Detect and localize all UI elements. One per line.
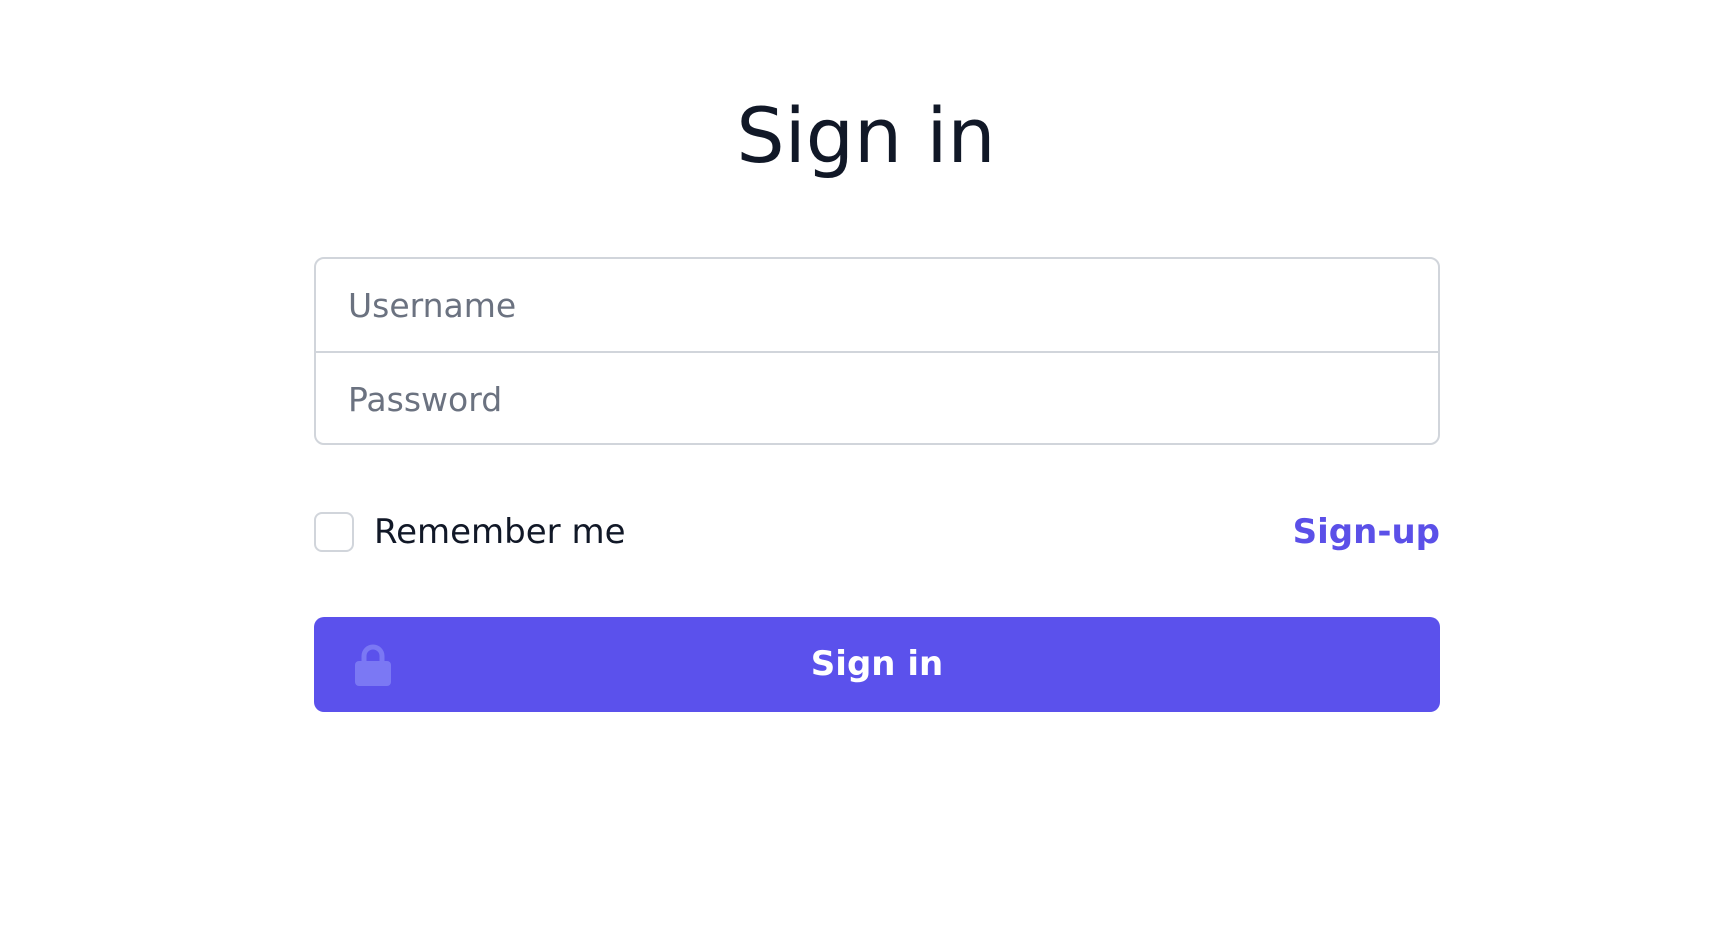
username-input[interactable] — [316, 259, 1438, 351]
sign-in-button[interactable]: Sign in — [314, 617, 1440, 712]
credentials-group — [314, 257, 1440, 445]
lock-icon — [355, 644, 391, 686]
password-input[interactable] — [316, 353, 1438, 443]
sign-in-page: Sign in Remember me Sign-up Sign in — [0, 0, 1732, 940]
page-title: Sign in — [736, 91, 996, 180]
sign-in-button-label: Sign in — [810, 644, 944, 684]
remember-me-checkbox[interactable] — [314, 512, 354, 552]
options-row: Remember me Sign-up — [314, 510, 1440, 554]
sign-up-link[interactable]: Sign-up — [1293, 510, 1440, 554]
remember-me-label[interactable]: Remember me — [374, 510, 626, 554]
